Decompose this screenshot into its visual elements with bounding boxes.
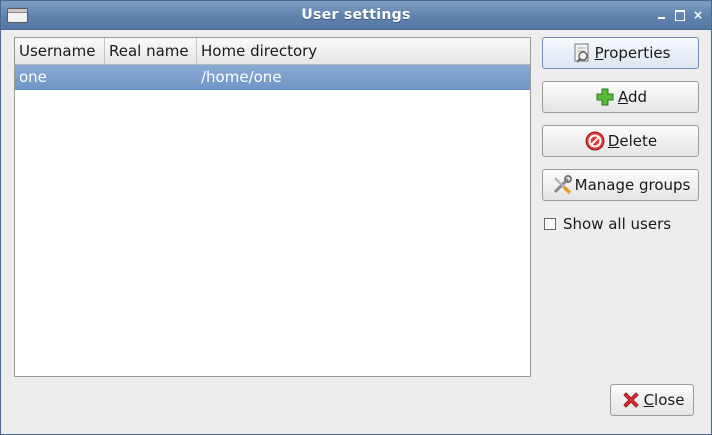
window-title: User settings xyxy=(301,7,411,23)
add-button[interactable]: Add xyxy=(542,81,699,113)
maximize-icon[interactable] xyxy=(674,9,686,21)
cell-home-directory: /home/one xyxy=(201,68,282,86)
minimize-icon[interactable] xyxy=(656,9,668,21)
document-properties-icon xyxy=(571,42,593,64)
add-label: dd xyxy=(627,88,648,106)
column-header-home-directory[interactable]: Home directory xyxy=(196,38,530,64)
delete-mnemonic: D xyxy=(607,132,620,150)
delete-label: elete xyxy=(619,132,658,150)
x-icon xyxy=(620,389,642,411)
close-mnemonic: C xyxy=(643,391,655,409)
delete-button[interactable]: Delete xyxy=(542,125,699,157)
table-row[interactable]: one /home/one xyxy=(15,65,530,90)
add-mnemonic: A xyxy=(617,88,628,106)
manage-groups-label: Manage groups xyxy=(574,176,691,194)
show-all-users-option[interactable]: Show all users xyxy=(544,214,671,234)
user-settings-window: User settings × Username Real name Home … xyxy=(0,0,712,435)
properties-label: roperties xyxy=(603,44,671,62)
show-all-users-checkbox[interactable] xyxy=(544,218,556,230)
list-header: Username Real name Home directory xyxy=(15,38,530,65)
user-list[interactable]: Username Real name Home directory one /h… xyxy=(14,37,531,377)
close-button[interactable]: Close xyxy=(610,384,694,416)
titlebar[interactable]: User settings × xyxy=(1,1,711,30)
properties-button[interactable]: Properties xyxy=(542,37,699,69)
no-entry-icon xyxy=(584,130,606,152)
close-window-icon[interactable]: × xyxy=(692,9,704,21)
cell-username: one xyxy=(19,68,47,86)
show-all-users-label[interactable]: Show all users xyxy=(563,215,671,233)
cell-real-name xyxy=(104,65,196,90)
column-header-username[interactable]: Username xyxy=(15,38,104,64)
plus-icon xyxy=(594,86,616,108)
close-label: lose xyxy=(654,391,685,409)
column-header-real-name[interactable]: Real name xyxy=(104,38,196,64)
tools-icon xyxy=(551,174,573,196)
manage-groups-button[interactable]: Manage groups xyxy=(542,169,699,201)
